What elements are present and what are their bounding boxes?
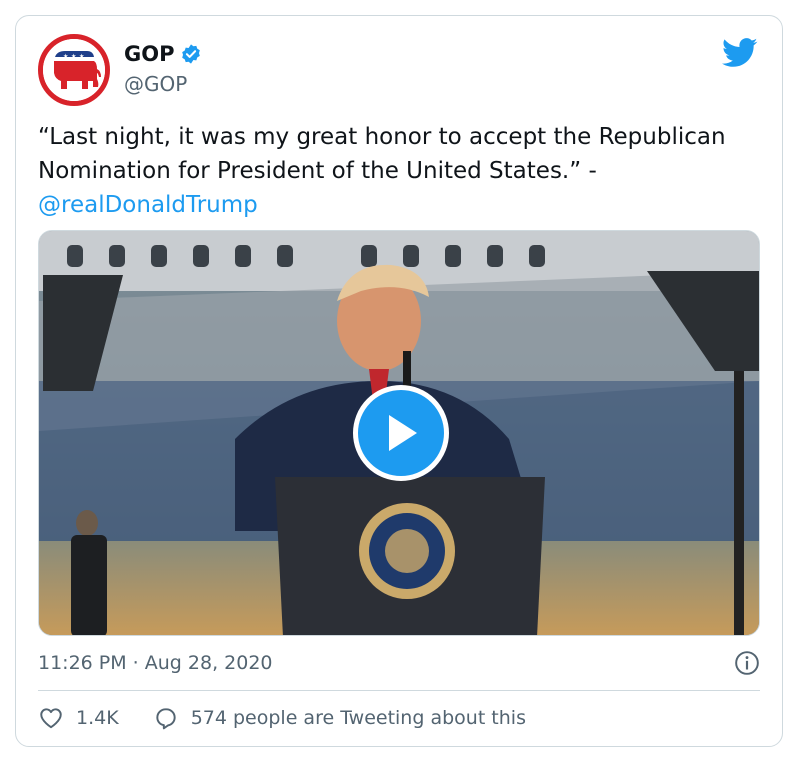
like-count: 1.4K — [76, 707, 119, 729]
tweet-card[interactable]: ★ ★ ★ GOP @GOP “Last night, it was my gr… — [15, 15, 783, 747]
info-icon[interactable] — [734, 650, 760, 676]
timestamp-row: 11:26 PM · Aug 28, 2020 — [38, 648, 760, 678]
conversation-text: 574 people are Tweeting about this — [190, 707, 526, 729]
reply-icon — [156, 708, 176, 730]
verified-badge-icon — [182, 44, 201, 64]
gop-elephant-logo: ★ ★ ★ — [43, 39, 105, 101]
svg-text:★: ★ — [63, 53, 68, 60]
author-handle[interactable]: @GOP — [124, 72, 187, 96]
conversation-link[interactable]: 574 people are Tweeting about this — [153, 705, 526, 731]
tweet-header: ★ ★ ★ GOP @GOP — [38, 34, 758, 106]
mention-link[interactable]: @realDonaldTrump — [38, 192, 258, 218]
svg-text:★: ★ — [79, 53, 84, 60]
author-name[interactable]: GOP — [124, 42, 174, 66]
play-button[interactable] — [353, 385, 449, 481]
like-button[interactable]: 1.4K — [38, 705, 119, 731]
name-row: GOP — [124, 40, 202, 68]
avatar[interactable]: ★ ★ ★ — [38, 34, 110, 106]
action-bar: 1.4K 574 people are Tweeting about this — [38, 702, 526, 734]
twitter-bird-icon[interactable] — [722, 38, 758, 68]
video-thumbnail[interactable] — [38, 230, 760, 636]
timestamp[interactable]: 11:26 PM · Aug 28, 2020 — [38, 652, 273, 674]
heart-icon — [40, 708, 62, 729]
play-icon — [389, 415, 417, 451]
divider — [38, 690, 760, 691]
tweet-text: “Last night, it was my great honor to ac… — [38, 120, 758, 222]
svg-text:★: ★ — [71, 53, 76, 60]
tweet-body: “Last night, it was my great honor to ac… — [38, 124, 726, 184]
